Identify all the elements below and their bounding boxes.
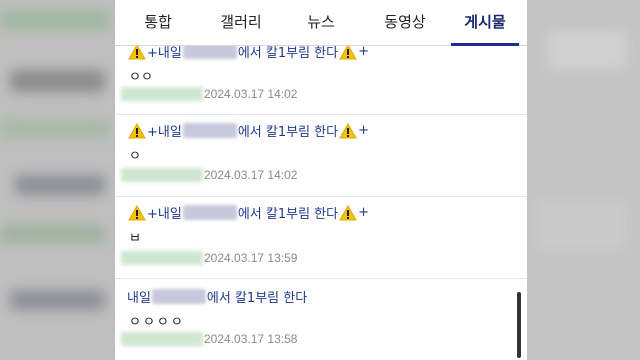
post-title[interactable]: 내일 에서 칼1부림 한다 (127, 287, 307, 306)
author-name-blurred (121, 251, 203, 265)
tab-posts[interactable]: 게시물 (445, 0, 525, 46)
tab-bar: 통합 갤러리 뉴스 동영상 게시물 (115, 0, 527, 46)
post-title-plus: + (358, 123, 369, 138)
warning-icon (339, 204, 357, 221)
tab-video[interactable]: 동영상 (365, 0, 445, 46)
post-title-prefix: +내일 (147, 125, 182, 140)
post-body: ㅂ (129, 231, 141, 246)
post-body: ㅇㅇ (129, 70, 153, 85)
post-body: ㅇ (129, 149, 141, 164)
tab-gallery[interactable]: 갤러리 (201, 0, 281, 46)
list-item[interactable]: +내일 에서 칼1부림 한다 + ㅇ 2024.03.17 14:02 (115, 115, 527, 197)
post-title-suffix: 에서 칼1부림 한다 (237, 207, 339, 222)
blurred-place (182, 123, 237, 138)
post-date: 2024.03.17 14:02 (204, 168, 298, 182)
author-name-blurred (121, 332, 203, 346)
warning-icon (128, 122, 146, 139)
tab-news[interactable]: 뉴스 (291, 0, 351, 46)
scrollbar[interactable] (517, 292, 521, 358)
tab-integrated[interactable]: 통합 (123, 0, 193, 46)
post-date: 2024.03.17 14:02 (204, 87, 298, 101)
post-title[interactable]: +내일 에서 칼1부림 한다 + (127, 203, 369, 222)
post-title-suffix: 에서 칼1부림 한다 (206, 291, 308, 306)
author-name-blurred (121, 87, 203, 101)
post-title-plus: + (358, 205, 369, 220)
blurred-place (182, 44, 237, 59)
warning-icon (339, 122, 357, 139)
post-date: 2024.03.17 13:58 (204, 332, 298, 346)
post-title-suffix: 에서 칼1부림 한다 (237, 125, 339, 140)
list-item[interactable]: +내일 에서 칼1부림 한다 + ㅂ 2024.03.17 13:59 (115, 197, 527, 279)
warning-icon (128, 204, 146, 221)
post-title-prefix: +내일 (147, 207, 182, 222)
list-item[interactable]: 내일 에서 칼1부림 한다 ㅇㅇㅇㅇ 2024.03.17 13:58 (115, 279, 527, 360)
background-left (0, 0, 115, 360)
post-title-prefix: 내일 (127, 291, 151, 306)
post-body: ㅇㅇㅇㅇ (129, 315, 185, 330)
blurred-place (182, 205, 237, 220)
background-right (527, 0, 640, 360)
blurred-place (151, 289, 206, 304)
post-date: 2024.03.17 13:59 (204, 251, 298, 265)
author-name-blurred (121, 168, 203, 182)
post-title-plus: + (358, 44, 369, 59)
search-results-panel: 통합 갤러리 뉴스 동영상 게시물 +내일 에서 칼1부림 한다 + ㅇㅇ 20… (115, 0, 527, 360)
post-title[interactable]: +내일 에서 칼1부림 한다 + (127, 121, 369, 140)
list-item[interactable]: +내일 에서 칼1부림 한다 + ㅇㅇ 2024.03.17 14:02 (115, 34, 527, 115)
